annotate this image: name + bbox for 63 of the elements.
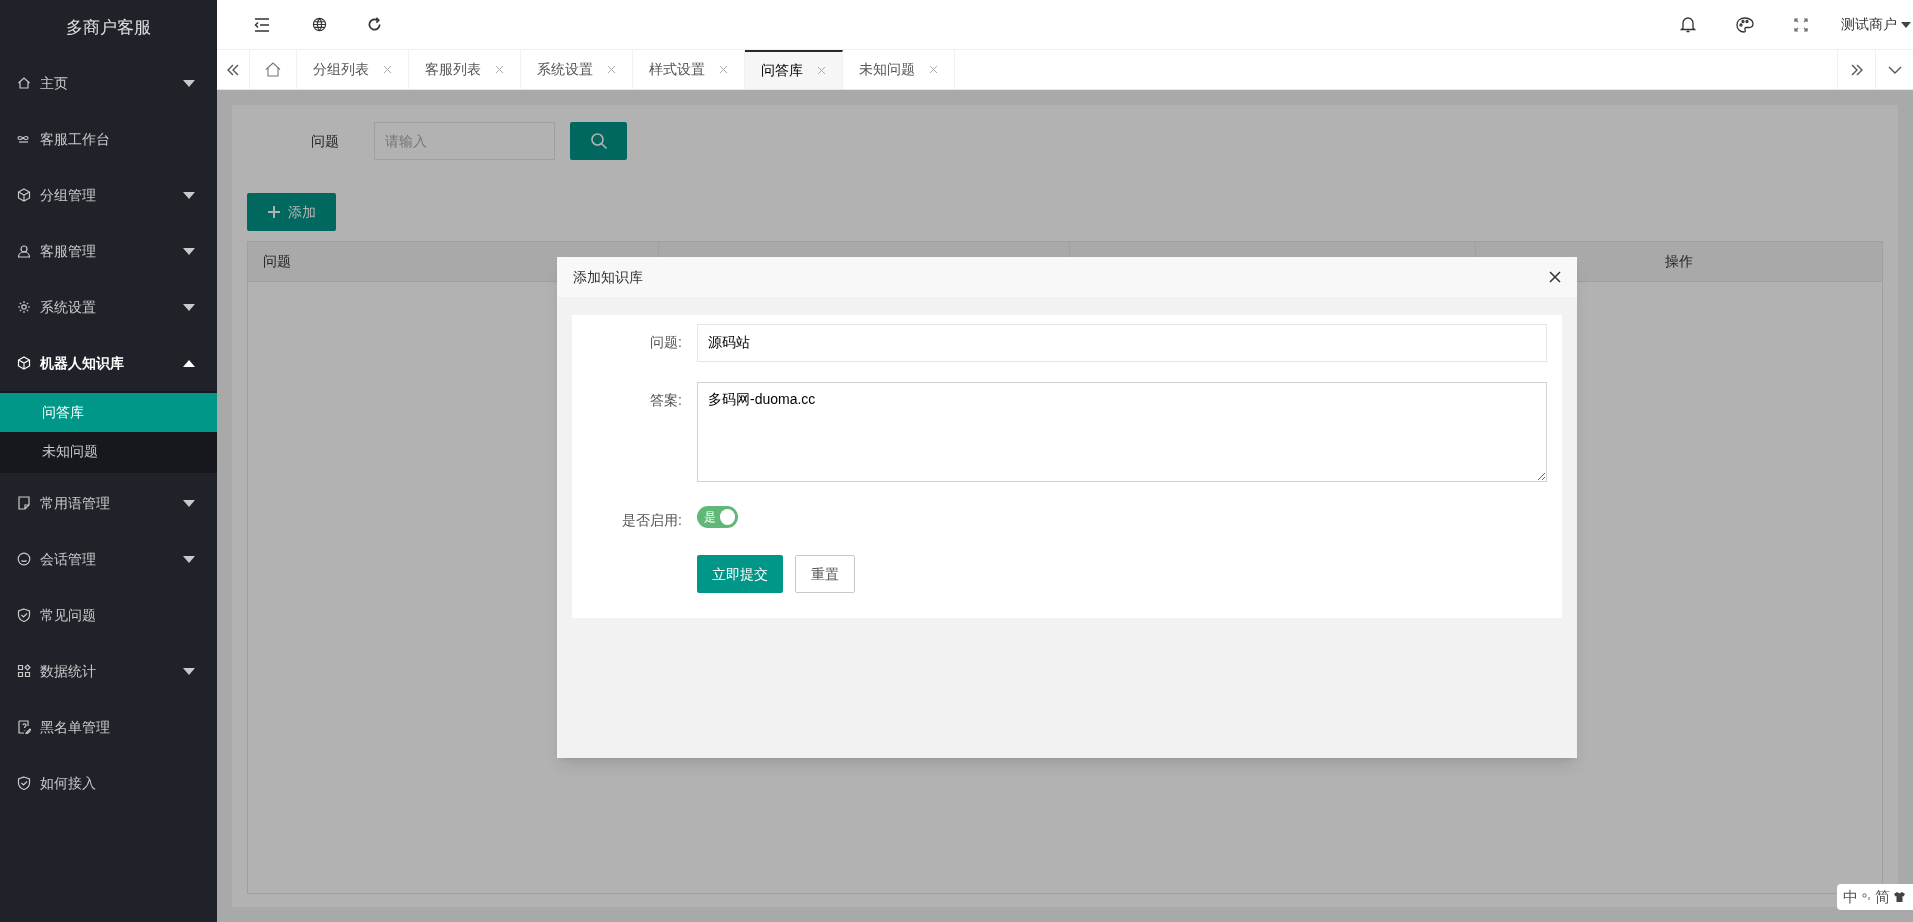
submenu-item[interactable]: 问答库 xyxy=(0,393,217,432)
user-icon xyxy=(17,244,31,258)
sidebar-item[interactable]: 分组管理 xyxy=(0,167,217,223)
double-chevron-right-icon xyxy=(1849,63,1864,76)
sidebar-item[interactable]: 如何接入 xyxy=(0,755,217,811)
punctuation-icon[interactable] xyxy=(1862,893,1871,901)
sidebar-item[interactable]: 黑名单管理 xyxy=(0,699,217,755)
page-tab[interactable]: 客服列表 xyxy=(409,50,521,89)
app-title: 多商户客服 xyxy=(66,16,151,39)
sidebar-item[interactable]: 客服管理 xyxy=(0,223,217,279)
sidebar-item[interactable]: 常见问题 xyxy=(0,587,217,643)
page-tab[interactable]: 未知问题 xyxy=(843,50,955,89)
shirt-icon[interactable] xyxy=(1894,892,1905,902)
refresh-icon[interactable] xyxy=(367,17,382,32)
cube-icon xyxy=(17,356,31,370)
question-edit-icon xyxy=(17,720,31,734)
column-header: 操作 xyxy=(1665,252,1693,271)
field-label: 问题: xyxy=(649,333,682,352)
home-icon xyxy=(17,76,31,90)
shield-check-icon xyxy=(17,776,31,790)
field-label: 答案: xyxy=(649,391,682,410)
search-icon xyxy=(589,132,608,150)
field-label: 是否启用: xyxy=(621,511,682,530)
shield-check-icon xyxy=(17,608,31,622)
page-tab[interactable]: 问答库 xyxy=(745,50,843,89)
text-area[interactable]: 多码网-duoma.cc xyxy=(697,382,1547,482)
search-button[interactable] xyxy=(570,122,627,160)
plus-icon xyxy=(267,206,280,218)
note-icon xyxy=(17,496,31,510)
sidebar-item[interactable]: 客服工作台 xyxy=(0,111,217,167)
page-tab[interactable]: 系统设置 xyxy=(521,50,633,89)
smile-icon xyxy=(17,552,31,566)
search-field[interactable]: 请输入 xyxy=(374,122,555,160)
palette-icon[interactable] xyxy=(1736,16,1754,33)
ime-script[interactable]: 简 xyxy=(1875,885,1890,909)
submit-button[interactable]: 立即提交 xyxy=(697,555,783,593)
sidebar-item[interactable]: 机器人知识库 xyxy=(0,335,217,391)
grid-icon xyxy=(17,664,31,678)
user-menu[interactable]: 测试商户 xyxy=(1841,14,1911,35)
gear-icon xyxy=(17,300,31,314)
reset-button[interactable]: 重置 xyxy=(795,555,855,593)
input-field[interactable]: 源码站 xyxy=(697,324,1547,362)
chevron-down-icon xyxy=(1887,65,1902,74)
sidebar-item[interactable]: 常用语管理 xyxy=(0,475,217,531)
double-chevron-left-icon xyxy=(226,63,240,76)
close-icon[interactable] xyxy=(1549,271,1561,283)
search-label: 问题 xyxy=(311,131,340,151)
caret-icon xyxy=(1901,21,1911,28)
sidebar-item[interactable]: 数据统计 xyxy=(0,643,217,699)
dialog-title: 添加知识库 xyxy=(573,267,643,287)
sidebar-item[interactable]: 系统设置 xyxy=(0,279,217,335)
sidebar-item[interactable]: 主页 xyxy=(0,55,217,111)
page-tab[interactable]: 分组列表 xyxy=(297,50,409,89)
home-icon xyxy=(265,62,281,77)
column-header: 问题 xyxy=(263,252,291,271)
fullscreen-icon[interactable] xyxy=(1794,17,1808,32)
sidebar-item[interactable]: 会话管理 xyxy=(0,531,217,587)
menu-fold-icon[interactable] xyxy=(254,17,270,32)
ime-mode[interactable]: 中 xyxy=(1843,885,1858,909)
cube-icon xyxy=(17,188,31,202)
bell-icon[interactable] xyxy=(1680,16,1696,33)
submenu-item[interactable]: 未知问题 xyxy=(0,432,217,471)
globe-icon[interactable] xyxy=(312,17,327,32)
